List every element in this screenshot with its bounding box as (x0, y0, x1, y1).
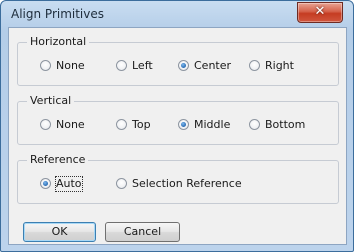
vertical-none-label[interactable]: None (56, 118, 85, 132)
vertical-middle-label[interactable]: Middle (194, 118, 230, 132)
reference-auto-radio[interactable] (40, 178, 51, 189)
reference-selection-label[interactable]: Selection Reference (132, 177, 242, 191)
reference-selection-radio[interactable] (116, 178, 127, 189)
vertical-group-title: Vertical (27, 94, 75, 107)
horizontal-center-label[interactable]: Center (194, 59, 231, 73)
horizontal-left-radio[interactable] (116, 60, 127, 71)
cancel-button[interactable]: Cancel (105, 222, 180, 242)
vertical-group: Vertical None Top Middle Bottom (17, 94, 339, 145)
horizontal-right-label[interactable]: Right (265, 59, 294, 73)
close-icon: ✕ (314, 4, 326, 19)
vertical-top-label[interactable]: Top (132, 118, 151, 132)
horizontal-none-label[interactable]: None (56, 59, 85, 73)
vertical-bottom-label[interactable]: Bottom (265, 118, 305, 132)
reference-auto-label[interactable]: Auto (55, 176, 83, 192)
horizontal-right-radio[interactable] (249, 60, 260, 71)
close-button[interactable]: ✕ (297, 2, 343, 23)
dialog-window: Align Primitives ✕ Horizontal None Left … (0, 0, 354, 252)
reference-group: Reference Auto Selection Reference (17, 153, 339, 204)
vertical-none-radio[interactable] (40, 119, 51, 130)
horizontal-left-label[interactable]: Left (132, 59, 153, 73)
horizontal-none-radio[interactable] (40, 60, 51, 71)
ok-button[interactable]: OK (23, 222, 96, 242)
horizontal-center-radio[interactable] (178, 60, 189, 71)
dialog-title: Align Primitives (11, 7, 105, 21)
dialog-body: Horizontal None Left Center Right Vertic… (8, 27, 347, 245)
vertical-middle-radio[interactable] (178, 119, 189, 130)
reference-group-title: Reference (27, 153, 89, 166)
title-bar[interactable]: Align Primitives ✕ (1, 1, 353, 27)
horizontal-group-title: Horizontal (27, 35, 90, 48)
horizontal-group: Horizontal None Left Center Right (17, 35, 339, 86)
vertical-bottom-radio[interactable] (249, 119, 260, 130)
vertical-top-radio[interactable] (116, 119, 127, 130)
